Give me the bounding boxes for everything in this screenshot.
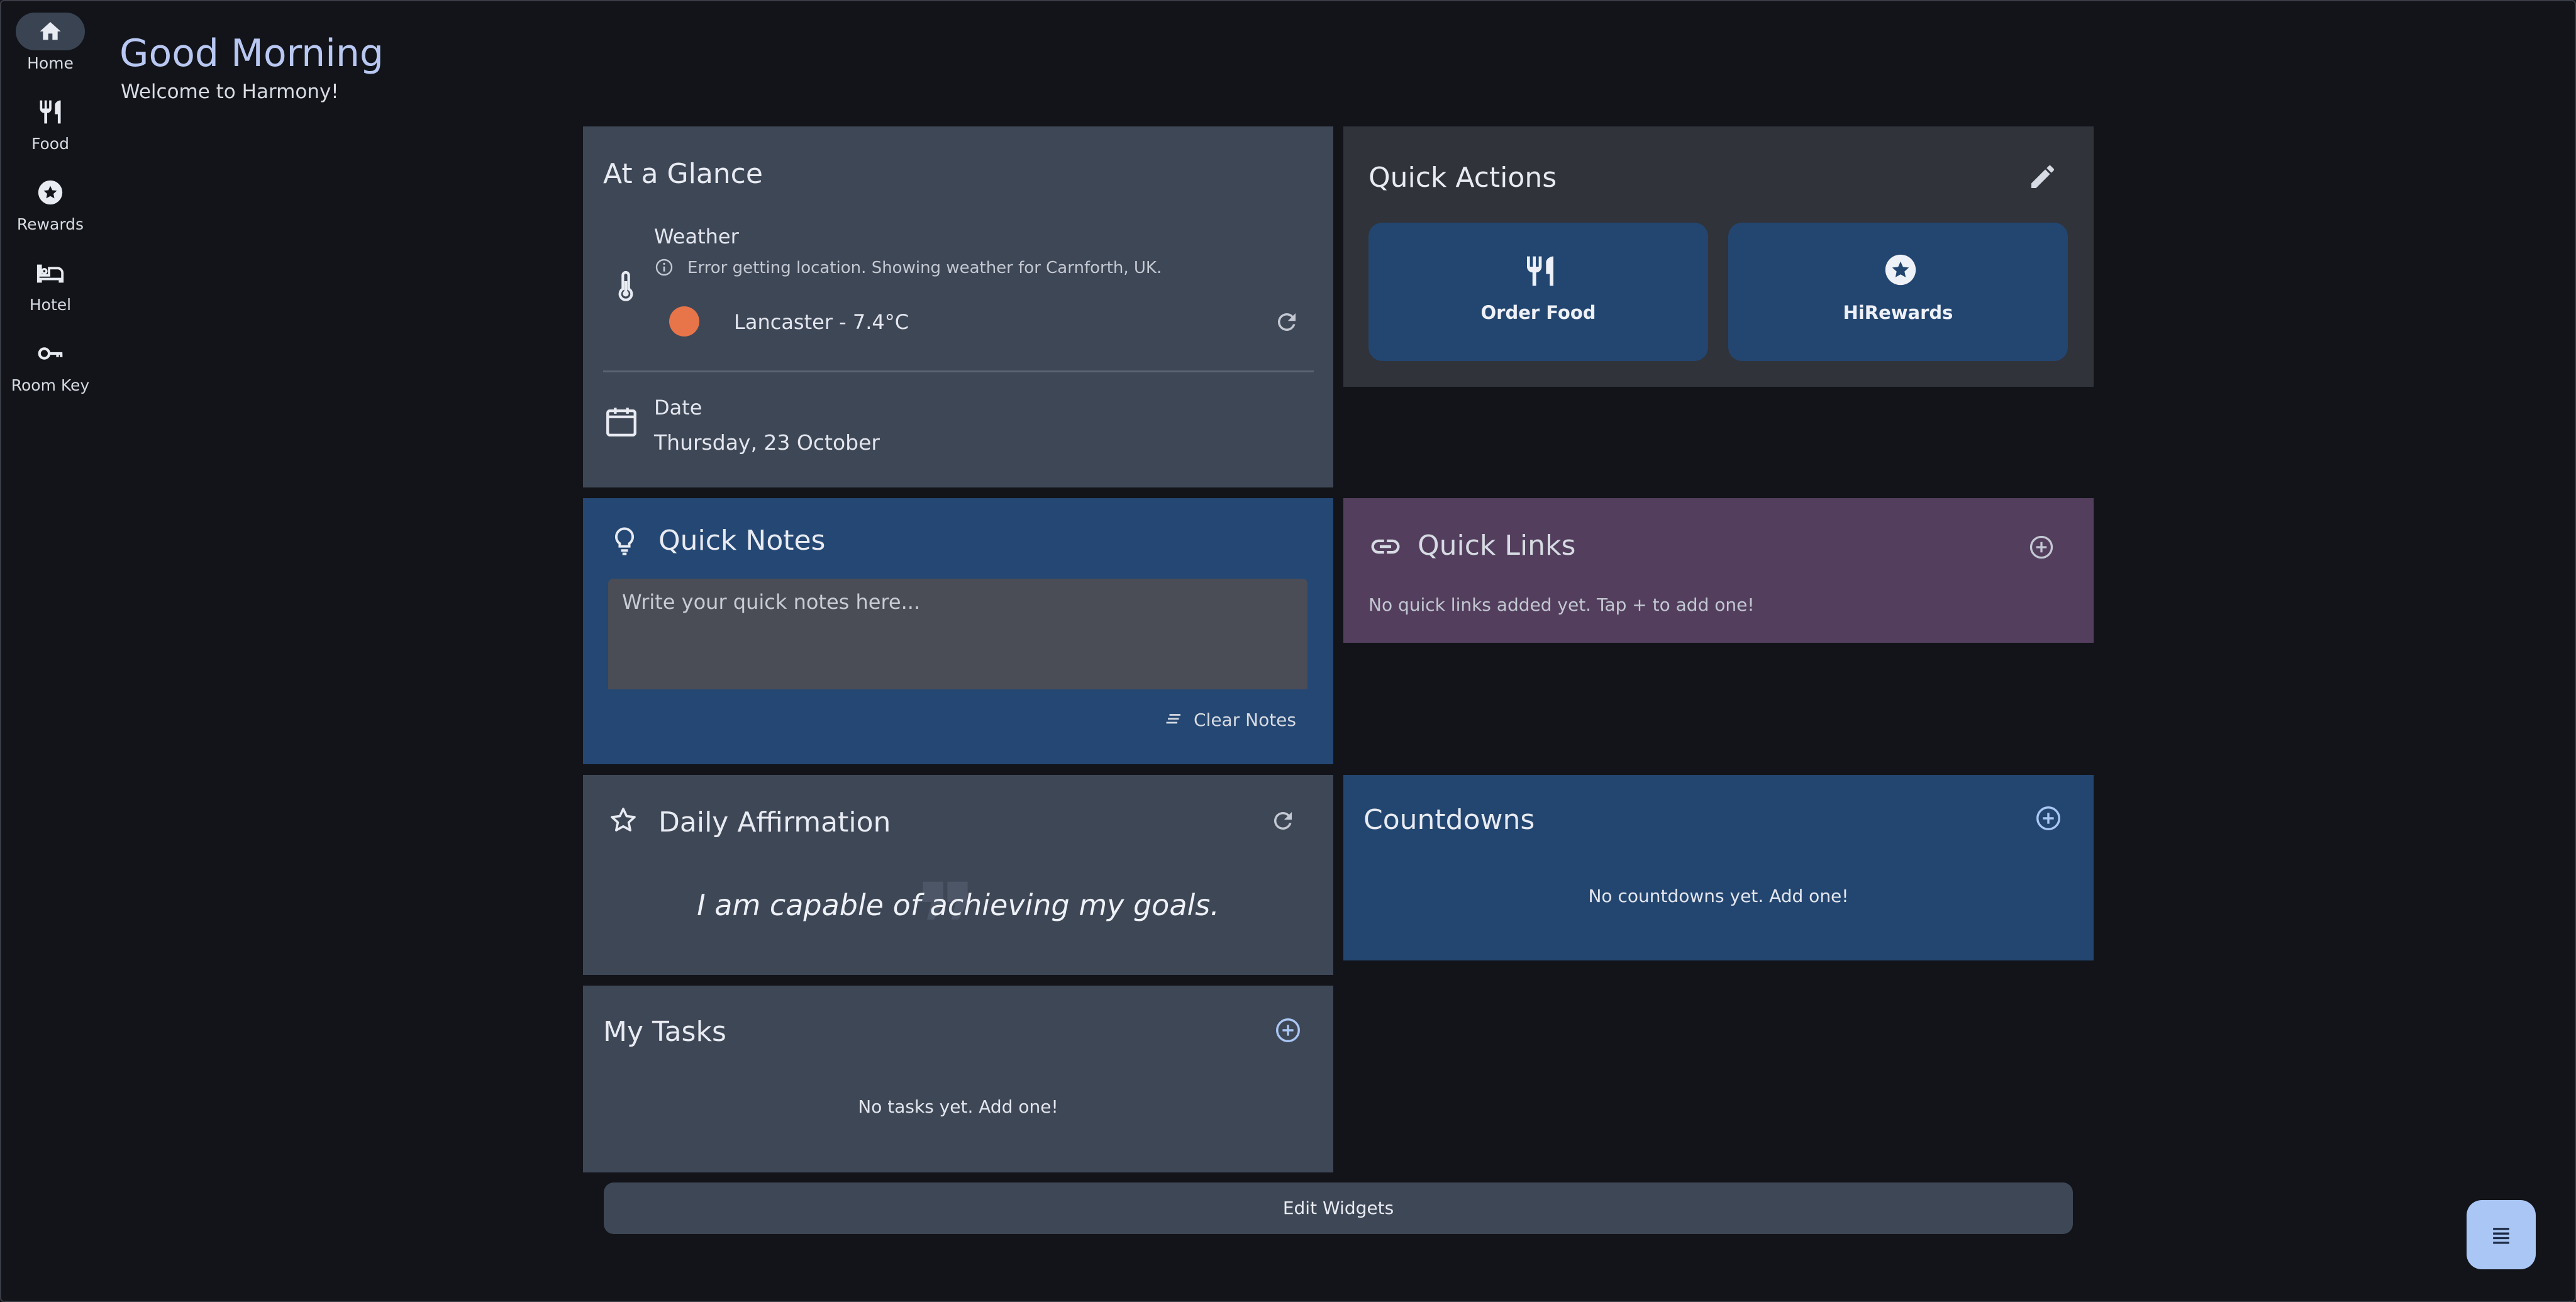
quick-actions-card: Quick Actions Order Food HiRewards [1343, 126, 2094, 387]
quick-actions-title: Quick Actions [1368, 162, 1557, 194]
countdowns-empty: No countdowns yet. Add one! [1588, 886, 1849, 906]
nav-item-home[interactable]: Home [0, 13, 101, 72]
greeting-title: Good Morning [119, 31, 384, 75]
nav-item-rewards[interactable]: Rewards [0, 174, 101, 233]
nav-pill-hotel [16, 254, 85, 292]
edit-widgets-button[interactable]: Edit Widgets [604, 1182, 2073, 1234]
greeting-subtitle: Welcome to Harmony! [121, 81, 339, 103]
divider [603, 370, 1314, 372]
weather-error-text: Error getting location. Showing weather … [687, 259, 1162, 277]
star-circle-icon [38, 180, 63, 205]
affirmation-text: I am capable of achieving my goals. [697, 888, 1219, 922]
quick-links-title: Quick Links [1418, 530, 1576, 562]
clear-lines-icon [1166, 714, 1180, 724]
daily-affirmation-title: Daily Affirmation [658, 806, 891, 838]
quick-notes-title: Quick Notes [658, 525, 826, 557]
nav-item-room-key[interactable]: Room Key [0, 335, 101, 394]
calendar-icon [606, 408, 636, 437]
quick-links-card: Quick Links No quick links added yet. Ta… [1343, 498, 2094, 643]
fork-knife-icon [1527, 256, 1553, 286]
add-countdown-icon[interactable] [2034, 804, 2063, 833]
my-tasks-card: My Tasks No tasks yet. Add one! [583, 986, 1333, 1172]
nav-pill-room-key [16, 335, 85, 372]
date-label: Date [654, 396, 702, 420]
nav-label-rewards: Rewards [16, 215, 84, 233]
nav-label-home: Home [27, 54, 74, 72]
menu-lines-icon [2493, 1228, 2509, 1244]
nav-item-hotel[interactable]: Hotel [0, 254, 101, 314]
key-icon [38, 347, 63, 360]
countdowns-title: Countdowns [1363, 804, 1535, 836]
star-outline-icon [611, 808, 636, 832]
nav-item-food[interactable]: Food [0, 93, 101, 153]
hirewards-button[interactable]: HiRewards [1728, 223, 2068, 361]
nav-pill-rewards [16, 174, 85, 211]
quick-links-empty: No quick links added yet. Tap + to add o… [1368, 594, 1755, 615]
link-icon [1371, 539, 1400, 554]
order-food-label: Order Food [1480, 302, 1596, 323]
quick-notes-input[interactable] [608, 579, 1307, 689]
nav-label-food: Food [31, 135, 69, 153]
nav-label-room-key: Room Key [11, 376, 90, 394]
clear-notes-label: Clear Notes [1194, 709, 1296, 730]
info-icon [655, 259, 673, 276]
countdowns-card: Countdowns No countdowns yet. Add one! [1343, 775, 2094, 960]
sun-icon [669, 306, 699, 337]
refresh-weather-icon[interactable] [1274, 309, 1300, 335]
lightbulb-icon [614, 527, 635, 555]
nav-pill-food [16, 93, 85, 131]
quick-notes-card: Quick Notes Clear Notes [583, 498, 1333, 764]
my-tasks-title: My Tasks [603, 1016, 726, 1048]
nav-pill-home [16, 13, 85, 50]
clear-notes-button[interactable]: Clear Notes [1165, 707, 1296, 732]
add-circle-icon[interactable] [2028, 533, 2055, 561]
thermometer-icon [618, 270, 633, 301]
weather-label: Weather [654, 225, 739, 248]
quote-mark-icon: ❞ [916, 860, 977, 991]
star-circle-icon [1885, 254, 1916, 286]
home-icon [40, 22, 61, 40]
add-task-icon[interactable] [1274, 1016, 1302, 1045]
edit-pencil-icon[interactable] [2028, 162, 2058, 192]
fork-knife-icon [40, 100, 61, 124]
date-value: Thursday, 23 October [654, 430, 880, 455]
tasks-empty: No tasks yet. Add one! [858, 1096, 1058, 1117]
order-food-button[interactable]: Order Food [1368, 223, 1708, 361]
bed-icon [36, 264, 64, 283]
daily-affirmation-card: Daily Affirmation ❞ I am capable of achi… [583, 775, 1333, 982]
at-a-glance-title: At a Glance [603, 158, 763, 190]
hirewards-label: HiRewards [1843, 302, 1953, 323]
nav-label-hotel: Hotel [29, 296, 72, 314]
weather-value: Lancaster - 7.4°C [734, 310, 909, 334]
menu-fab-button[interactable] [2467, 1200, 2536, 1269]
at-a-glance-card: At a Glance Weather Error getting locati… [583, 126, 1333, 487]
refresh-affirmation-icon[interactable] [1270, 808, 1296, 834]
